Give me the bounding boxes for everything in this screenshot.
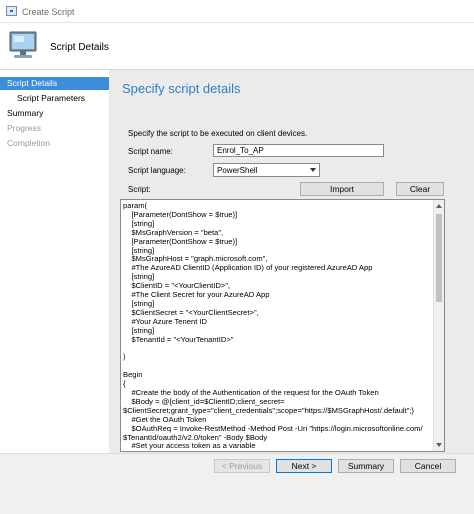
- chevron-down-icon: [310, 168, 316, 172]
- clear-button[interactable]: Clear: [396, 182, 444, 196]
- previous-button: < Previous: [214, 459, 270, 473]
- cancel-button[interactable]: Cancel: [400, 459, 456, 473]
- script-label: Script:: [128, 185, 151, 194]
- app-icon: [6, 6, 17, 16]
- next-button[interactable]: Next >: [276, 459, 332, 473]
- page-description: Specify the script to be executed on cli…: [128, 129, 308, 138]
- page-title: Specify script details: [122, 81, 241, 96]
- nav-item-summary[interactable]: Summary: [0, 107, 109, 120]
- import-button[interactable]: Import: [300, 182, 384, 196]
- scroll-up-icon[interactable]: [436, 204, 442, 208]
- computer-icon: [9, 31, 37, 58]
- script-language-select[interactable]: PowerShell: [213, 163, 320, 177]
- script-text[interactable]: param( [Parameter(DontShow = $true)] [st…: [123, 201, 433, 451]
- header-title: Script Details: [50, 42, 109, 53]
- window-title: Create Script: [22, 7, 75, 17]
- script-name-label: Script name:: [128, 147, 173, 156]
- nav-item-script-details[interactable]: Script Details: [0, 77, 109, 90]
- scroll-down-icon[interactable]: [436, 443, 442, 447]
- vertical-scrollbar[interactable]: [433, 200, 444, 451]
- script-language-label: Script language:: [128, 166, 186, 175]
- nav-item-completion: Completion: [7, 138, 50, 148]
- summary-button[interactable]: Summary: [338, 459, 394, 473]
- script-editor[interactable]: param( [Parameter(DontShow = $true)] [st…: [120, 199, 445, 452]
- nav-item-script-parameters[interactable]: Script Parameters: [0, 92, 109, 105]
- nav-item-progress: Progress: [7, 123, 42, 133]
- script-name-input[interactable]: Enrol_To_AP: [213, 144, 384, 157]
- scroll-thumb[interactable]: [436, 214, 442, 302]
- script-language-value: PowerShell: [217, 166, 258, 175]
